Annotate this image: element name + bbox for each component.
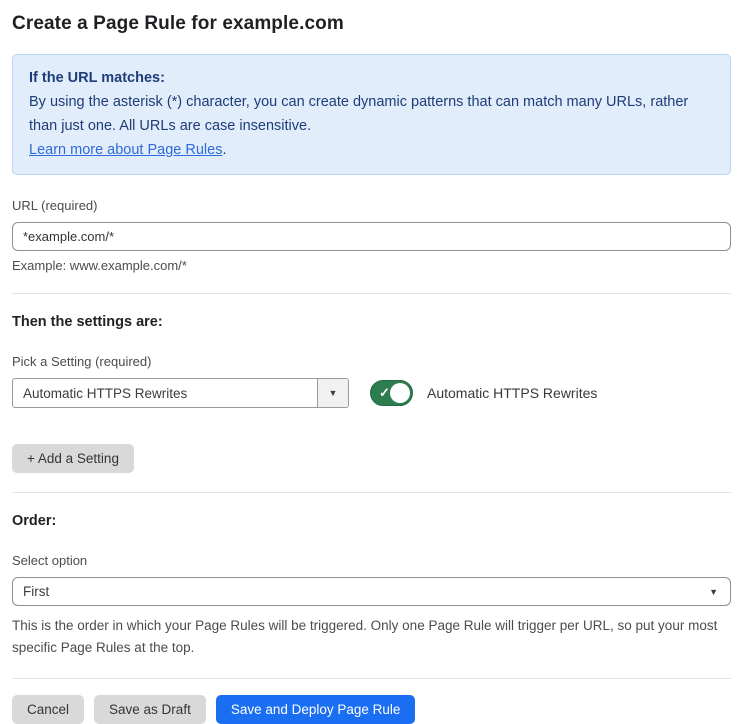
add-setting-button[interactable]: + Add a Setting (12, 444, 134, 473)
link-suffix: . (222, 142, 227, 158)
order-select-label: Select option (12, 553, 88, 568)
order-select[interactable]: First ▼ (12, 577, 731, 606)
chevron-down-icon: ▼ (709, 586, 718, 597)
pick-setting-label: Pick a Setting (required) (12, 354, 152, 369)
settings-section-heading: Then the settings are: (12, 314, 163, 330)
footer-actions: Cancel Save as Draft Save and Deploy Pag… (12, 695, 731, 724)
url-field-helper: Example: www.example.com/* (12, 258, 187, 273)
info-box-body: By using the asterisk (*) character, you… (29, 94, 689, 158)
setting-dropdown[interactable]: Automatic HTTPS Rewrites ▼ (12, 378, 349, 408)
create-page-rule-panel: Create a Page Rule for example.com If th… (0, 0, 743, 724)
url-input[interactable] (12, 222, 731, 251)
check-icon: ✓ (379, 385, 390, 401)
setting-row: Automatic HTTPS Rewrites ▼ ✓ Automatic H… (12, 378, 731, 408)
toggle-knob (390, 383, 410, 403)
setting-dropdown-button[interactable]: ▼ (317, 379, 348, 407)
divider (12, 293, 731, 294)
save-and-deploy-button[interactable]: Save and Deploy Page Rule (215, 695, 416, 724)
url-matches-info-box: If the URL matches: By using the asteris… (12, 54, 731, 175)
order-select-value: First (23, 584, 50, 599)
learn-more-link[interactable]: Learn more about Page Rules (29, 142, 222, 158)
setting-dropdown-value: Automatic HTTPS Rewrites (23, 385, 188, 401)
info-box-heading: If the URL matches: (29, 70, 165, 86)
chevron-down-icon: ▼ (328, 388, 338, 398)
setting-toggle-label: Automatic HTTPS Rewrites (427, 385, 598, 401)
setting-toggle[interactable]: ✓ (370, 380, 413, 406)
order-section-heading: Order: (12, 513, 57, 529)
page-title: Create a Page Rule for example.com (12, 13, 344, 34)
divider (12, 492, 731, 493)
url-field-label: URL (required) (12, 198, 98, 213)
divider (12, 678, 731, 679)
save-as-draft-button[interactable]: Save as Draft (94, 695, 206, 724)
order-helper-text: This is the order in which your Page Rul… (12, 618, 718, 655)
setting-toggle-wrap: ✓ Automatic HTTPS Rewrites (370, 380, 597, 406)
cancel-button[interactable]: Cancel (12, 695, 85, 724)
